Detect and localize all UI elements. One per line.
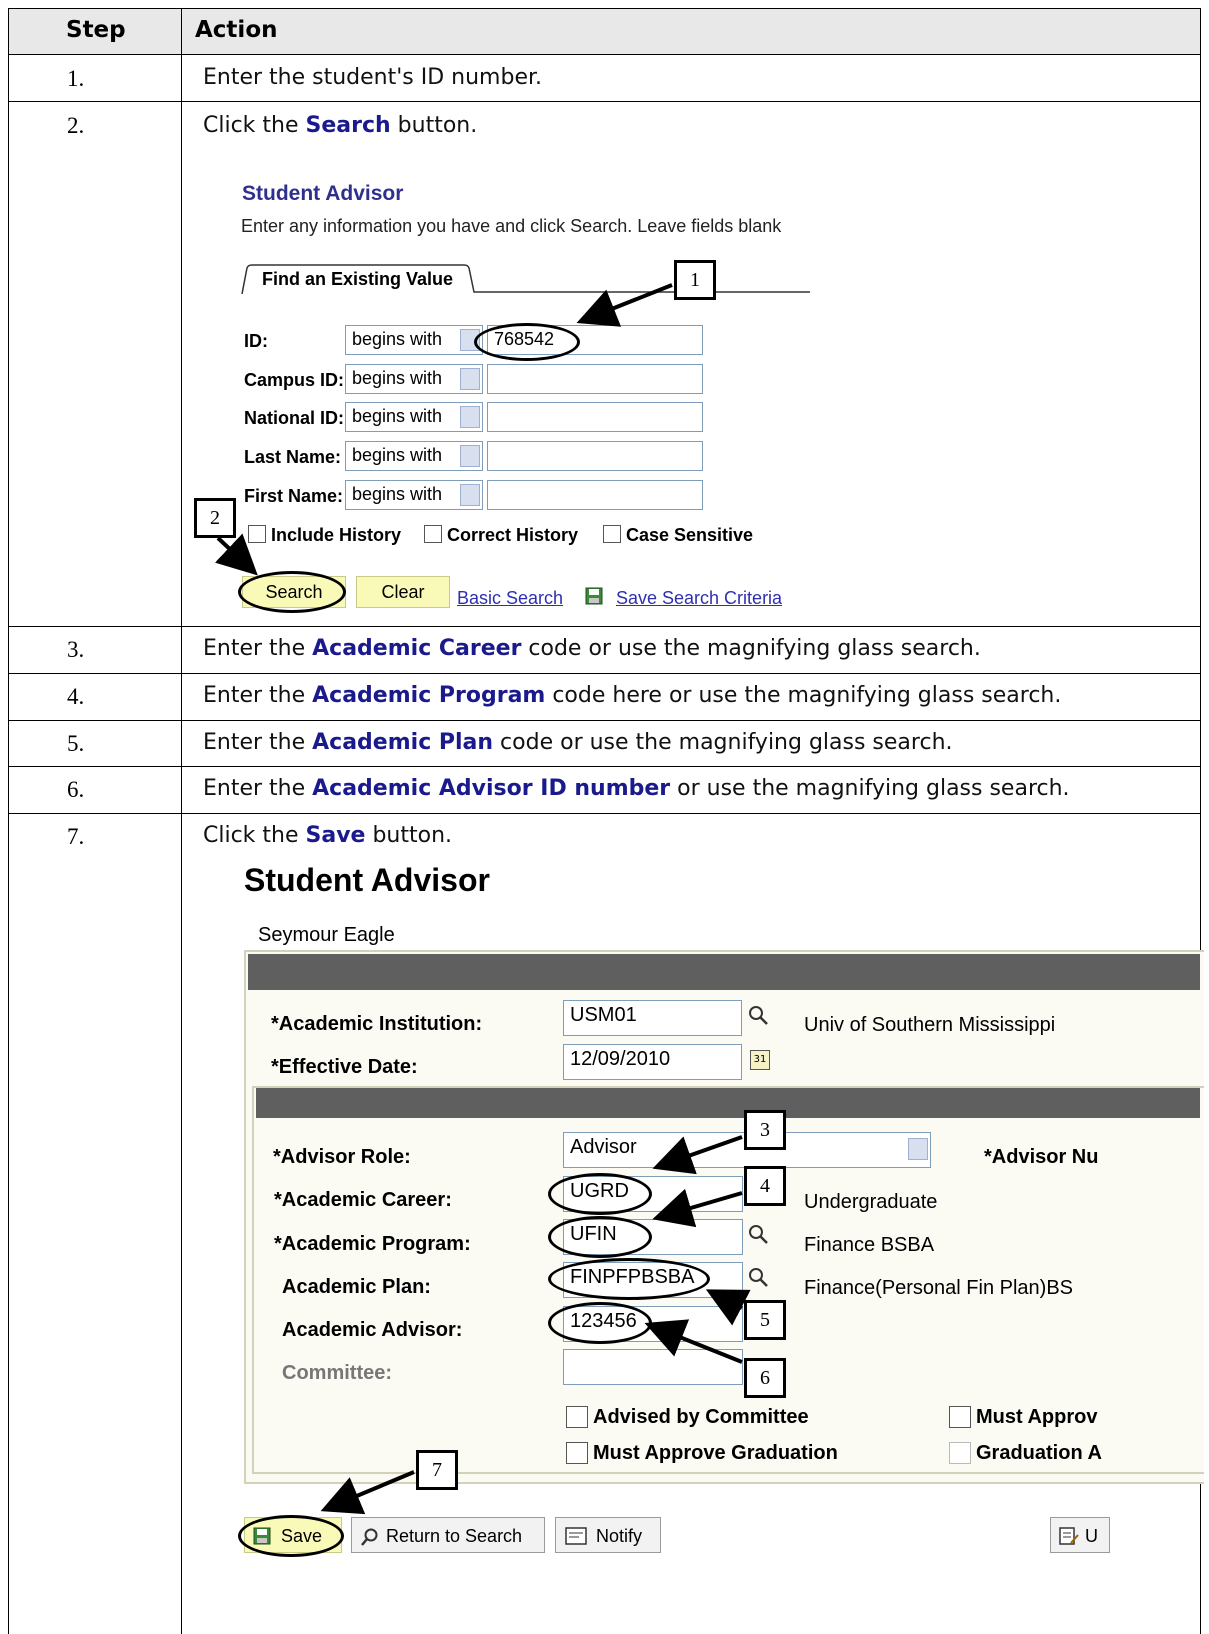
callout-1: 1 bbox=[674, 260, 716, 300]
callout-arrow-3 bbox=[652, 1135, 743, 1175]
callout-arrow-6 bbox=[644, 1319, 743, 1364]
callout-arrows bbox=[214, 283, 751, 1515]
callout-arrow-2 bbox=[214, 533, 258, 576]
callout-6: 6 bbox=[744, 1358, 786, 1398]
callout-3: 3 bbox=[744, 1110, 786, 1150]
callout-arrow-7 bbox=[320, 1470, 415, 1515]
callout-arrow-5 bbox=[705, 1289, 751, 1326]
callout-arrow-1 bbox=[576, 283, 673, 327]
callout-2: 2 bbox=[194, 498, 236, 538]
callout-arrow-4 bbox=[652, 1188, 743, 1228]
callout-4: 4 bbox=[744, 1166, 786, 1206]
callout-5: 5 bbox=[744, 1300, 786, 1340]
callout-7: 7 bbox=[416, 1450, 458, 1490]
